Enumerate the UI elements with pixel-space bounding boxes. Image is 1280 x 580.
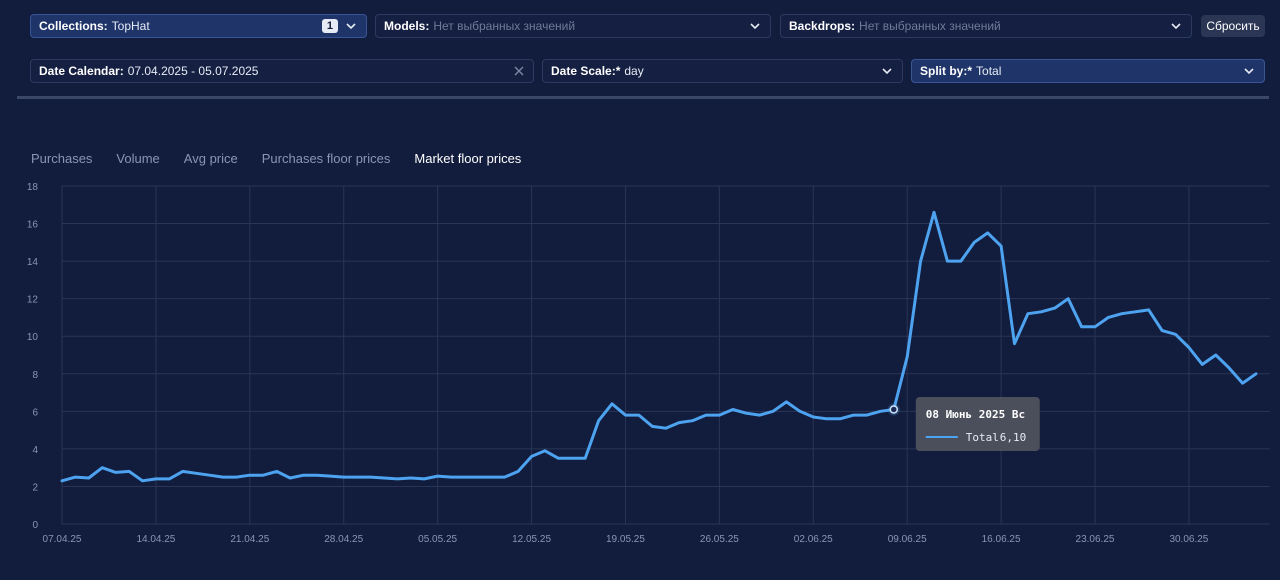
x-tick-label: 26.05.25 — [700, 534, 739, 545]
x-tick-label: 16.06.25 — [982, 534, 1021, 545]
backdrops-placeholder: Нет выбранных значений — [859, 19, 1001, 33]
collections-value: TopHat — [111, 19, 150, 33]
x-tick-label: 02.06.25 — [794, 534, 833, 545]
hover-point[interactable] — [889, 405, 899, 414]
tab-market-floor-prices[interactable]: Market floor prices — [414, 151, 521, 166]
models-placeholder: Нет выбранных значений — [433, 19, 576, 33]
date-calendar-label: Date Calendar: — [39, 64, 124, 78]
chevron-down-icon[interactable] — [880, 64, 894, 78]
series-line-total — [60, 210, 1258, 483]
divider — [17, 96, 1269, 99]
x-tick-label: 07.04.25 — [43, 534, 82, 545]
backdrops-label: Backdrops: — [789, 19, 856, 33]
split-by-value: Total — [976, 64, 1002, 78]
reset-button[interactable]: Сбросить — [1201, 15, 1265, 37]
split-by-label: Split by:* — [920, 64, 973, 78]
market-floor-prices-chart: 0 2 4 6 8 10 12 14 16 18 07.04.25 14.04.25 21.04.25… — [27, 182, 1270, 545]
chevron-down-icon[interactable] — [1242, 64, 1256, 78]
collections-label: Collections: — [39, 19, 108, 33]
chevron-down-icon[interactable] — [748, 19, 762, 33]
collections-count-badge: 1 — [321, 19, 338, 33]
date-calendar-value: 07.04.2025 - 05.07.2025 — [127, 64, 259, 78]
y-tick-label: 10 — [27, 332, 39, 343]
tooltip-date: 08 Июнь 2025 Вс — [926, 408, 1025, 421]
tab-avg-price[interactable]: Avg price — [184, 151, 238, 166]
tab-purchases[interactable]: Purchases — [31, 151, 92, 166]
x-tick-label: 09.06.25 — [888, 534, 927, 545]
close-icon[interactable] — [513, 65, 525, 77]
y-tick-label: 16 — [27, 220, 39, 231]
y-tick-label: 18 — [27, 182, 39, 193]
x-tick-label: 28.04.25 — [324, 534, 363, 545]
backdrops-filter[interactable]: Backdrops: Нет выбранных значений — [780, 14, 1192, 38]
split-by-filter[interactable]: Split by:* Total — [911, 59, 1265, 83]
x-tick-label: 14.04.25 — [136, 534, 175, 545]
y-tick-label: 8 — [32, 370, 38, 381]
chevron-down-icon[interactable] — [344, 19, 358, 33]
y-tick-label: 0 — [32, 520, 38, 531]
y-tick-label: 2 — [32, 482, 38, 493]
tooltip-value: 6,10 — [1000, 431, 1027, 444]
collections-filter[interactable]: Collections: TopHat 1 — [30, 14, 367, 38]
date-scale-label: Date Scale:* — [551, 64, 621, 78]
tab-purchases-floor-prices[interactable]: Purchases floor prices — [262, 151, 391, 166]
y-tick-label: 6 — [32, 407, 38, 418]
x-tick-label: 19.05.25 — [606, 534, 645, 545]
tooltip-series-name: Total — [966, 431, 999, 444]
date-calendar-filter[interactable]: Date Calendar: 07.04.2025 - 05.07.2025 — [30, 59, 534, 83]
chart-tabs: Purchases Volume Avg price Purchases flo… — [31, 151, 545, 166]
x-tick-label: 21.04.25 — [230, 534, 269, 545]
x-tick-label: 30.06.25 — [1169, 534, 1208, 545]
date-scale-filter[interactable]: Date Scale:* day — [542, 59, 903, 83]
models-filter[interactable]: Models: Нет выбранных значений — [375, 14, 771, 38]
x-tick-label: 05.05.25 — [418, 534, 457, 545]
x-tick-label: 12.05.25 — [512, 534, 551, 545]
tab-volume[interactable]: Volume — [116, 151, 159, 166]
models-label: Models: — [384, 19, 430, 33]
y-tick-label: 12 — [27, 295, 39, 306]
y-tick-label: 14 — [27, 257, 39, 268]
y-tick-label: 4 — [32, 445, 38, 456]
date-scale-value: day — [624, 64, 644, 78]
x-tick-label: 23.06.25 — [1076, 534, 1115, 545]
chevron-down-icon[interactable] — [1169, 19, 1183, 33]
